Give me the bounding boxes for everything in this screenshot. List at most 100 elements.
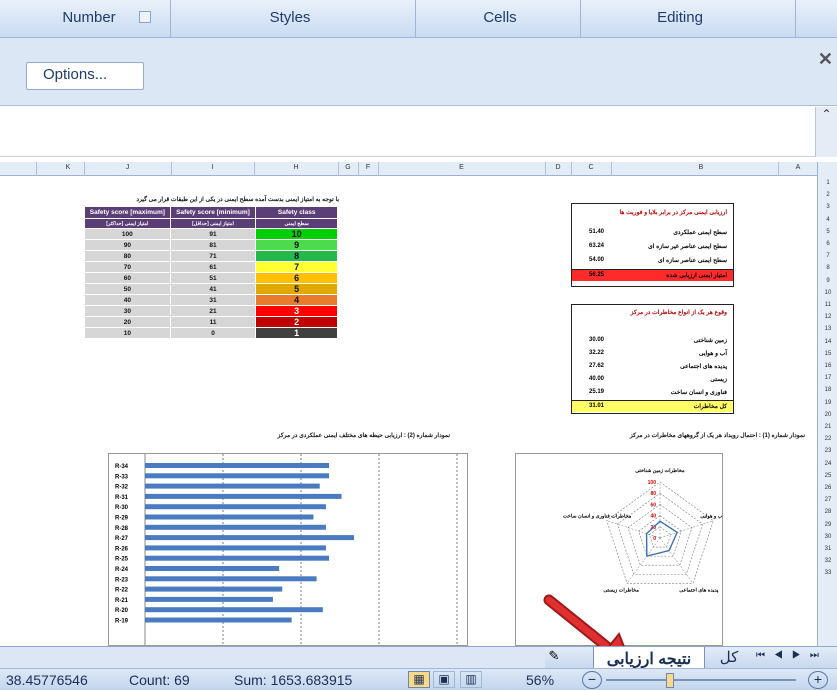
safety-class-cell[interactable]: 1 <box>255 327 338 339</box>
row-header[interactable]: 18 <box>818 387 837 393</box>
safety-max-cell[interactable]: 60 <box>84 272 171 284</box>
bar[interactable] <box>145 463 330 468</box>
close-icon[interactable]: ✕ <box>818 49 833 70</box>
ribbon-group-cells[interactable]: Cells <box>450 9 550 26</box>
safety-class-cell[interactable]: 2 <box>255 316 338 328</box>
bar[interactable] <box>145 607 323 613</box>
row-header[interactable]: 5 <box>818 229 837 235</box>
bar[interactable] <box>145 576 317 582</box>
row-header[interactable]: 27 <box>818 497 837 503</box>
sheet-tab-total[interactable]: کل <box>708 648 750 668</box>
bar[interactable] <box>145 524 326 530</box>
row-header[interactable]: 23 <box>818 448 837 454</box>
bar[interactable] <box>145 483 320 489</box>
safety-min-cell[interactable]: 21 <box>169 305 257 317</box>
row-header[interactable]: 15 <box>818 351 837 357</box>
ribbon-group-number[interactable]: Number <box>44 9 134 26</box>
hazard_table-value[interactable]: 54.00 <box>589 257 604 263</box>
row-header[interactable]: 9 <box>818 278 837 284</box>
column-header-j[interactable]: J <box>84 164 171 171</box>
page-layout-view-icon[interactable]: ▣ <box>433 671 455 688</box>
safety-max-cell[interactable]: 30 <box>84 305 171 317</box>
hazard_table-value[interactable]: 63.24 <box>589 243 604 249</box>
column-header-k[interactable]: K <box>48 164 88 171</box>
safety-max-cell[interactable]: 70 <box>84 261 171 273</box>
column-header-a[interactable]: A <box>778 164 818 171</box>
row-header[interactable]: 25 <box>818 473 837 479</box>
zoom-in-icon[interactable]: + <box>808 671 828 689</box>
row-header[interactable]: 28 <box>818 509 837 515</box>
row-header[interactable]: 21 <box>818 424 837 430</box>
row-header[interactable]: 3 <box>818 204 837 210</box>
row-header[interactable]: 12 <box>818 314 837 320</box>
row-header[interactable]: 6 <box>818 241 837 247</box>
bar[interactable] <box>145 596 273 602</box>
column-header-h[interactable]: H <box>254 164 338 171</box>
sheet-nav-arrows[interactable]: ⏮◀▶⏭ <box>752 650 837 666</box>
zoom-slider-thumb[interactable] <box>666 673 674 688</box>
bar[interactable] <box>145 514 314 520</box>
column-header-e[interactable]: E <box>378 164 545 171</box>
zoom-level[interactable]: 56% <box>526 672 554 688</box>
risk_table-value[interactable]: 40.00 <box>589 376 604 382</box>
safety-class-cell[interactable]: 9 <box>255 239 338 251</box>
safety-max-cell[interactable]: 100 <box>84 228 171 240</box>
bar[interactable] <box>145 493 342 499</box>
dialog-launcher-icon[interactable] <box>139 11 151 23</box>
safety-class-cell[interactable]: 5 <box>255 283 338 295</box>
bar[interactable] <box>145 473 330 479</box>
row-header[interactable]: 8 <box>818 265 837 271</box>
functional-safety-bar-chart[interactable]: R-34 R-33 R-32 R-31 R-30 R-29 R-28 R-27 R-26 R-25… <box>108 453 468 646</box>
hazard_table-total-value[interactable]: 56.25 <box>589 272 604 278</box>
options-button[interactable]: Options... <box>26 62 144 90</box>
bar[interactable] <box>145 535 355 541</box>
bar[interactable] <box>145 566 280 571</box>
risk_table-value[interactable]: 27.62 <box>589 363 604 369</box>
row-header[interactable]: 33 <box>818 570 837 576</box>
safety-class-cell[interactable]: 4 <box>255 294 338 306</box>
collapse-formula-bar-icon[interactable]: ⌃ <box>815 107 837 157</box>
row-header[interactable]: 10 <box>818 290 837 296</box>
risk_table-value[interactable]: 25.19 <box>589 389 604 395</box>
row-header[interactable]: 17 <box>818 375 837 381</box>
row-header[interactable]: 32 <box>818 558 837 564</box>
row-header[interactable]: 24 <box>818 461 837 467</box>
column-header-d[interactable]: D <box>545 164 571 171</box>
safety-min-cell[interactable]: 91 <box>169 228 257 240</box>
safety-min-cell[interactable]: 11 <box>169 316 257 328</box>
risk_table-value[interactable]: 30.00 <box>589 337 604 343</box>
safety-max-cell[interactable]: 10 <box>84 327 171 339</box>
ribbon-group-styles[interactable]: Styles <box>230 9 350 26</box>
safety-class-cell[interactable]: 10 <box>255 228 338 240</box>
row-header[interactable]: 20 <box>818 412 837 418</box>
row-header[interactable]: 26 <box>818 485 837 491</box>
safety-min-cell[interactable]: 0 <box>169 327 257 339</box>
column-header-i[interactable]: I <box>171 164 254 171</box>
safety-min-cell[interactable]: 31 <box>169 294 257 306</box>
column-header-g[interactable]: G <box>338 164 358 171</box>
bar[interactable] <box>145 504 326 510</box>
sheet-tab-active[interactable]: نتیجه ارزیابی <box>593 647 705 669</box>
safety-max-cell[interactable]: 90 <box>84 239 171 251</box>
safety-class-cell[interactable]: 8 <box>255 250 338 262</box>
row-header[interactable]: 1 <box>818 180 837 186</box>
row-header[interactable]: 22 <box>818 436 837 442</box>
safety-min-cell[interactable]: 61 <box>169 261 257 273</box>
safety-max-cell[interactable]: 80 <box>84 250 171 262</box>
safety-class-cell[interactable]: 6 <box>255 272 338 284</box>
row-header[interactable]: 14 <box>818 339 837 345</box>
column-header-c[interactable]: C <box>571 164 611 171</box>
safety-min-cell[interactable]: 81 <box>169 239 257 251</box>
hazard_table-value[interactable]: 51.40 <box>589 229 604 235</box>
row-header[interactable]: 2 <box>818 192 837 198</box>
row-header[interactable]: 7 <box>818 253 837 259</box>
safety-min-cell[interactable]: 71 <box>169 250 257 262</box>
row-header[interactable]: 11 <box>818 302 837 308</box>
row-header[interactable]: 4 <box>818 217 837 223</box>
zoom-out-icon[interactable]: − <box>582 671 602 689</box>
risk_table-total-value[interactable]: 31.01 <box>589 403 604 409</box>
page-break-view-icon[interactable]: ▥ <box>460 671 482 688</box>
row-header[interactable]: 19 <box>818 400 837 406</box>
safety-class-cell[interactable]: 7 <box>255 261 338 273</box>
row-header[interactable]: 29 <box>818 522 837 528</box>
